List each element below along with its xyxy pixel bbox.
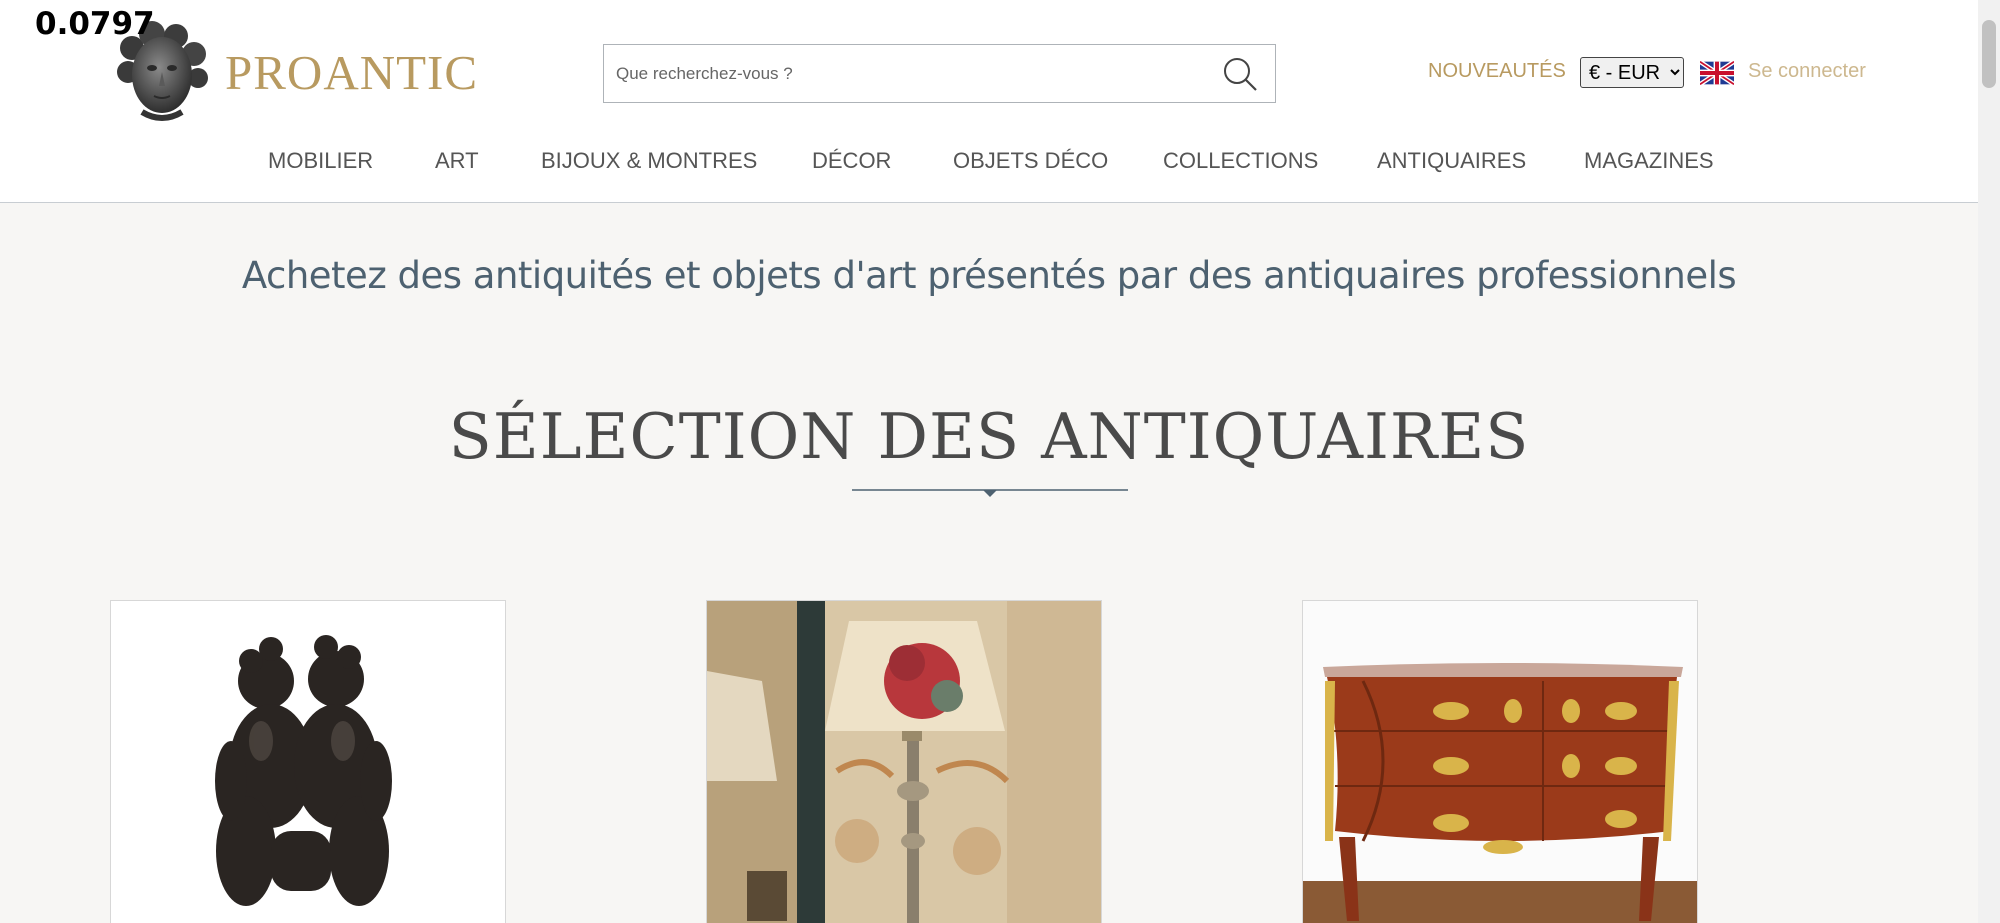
currency-select[interactable]: € - EUR xyxy=(1580,57,1684,88)
search-icon[interactable] xyxy=(1221,55,1259,93)
search-bar xyxy=(603,44,1276,103)
product-image[interactable] xyxy=(1303,601,1698,923)
scrollbar-thumb[interactable] xyxy=(1982,20,1996,88)
product-card[interactable] xyxy=(110,600,506,923)
nouveautes-link[interactable]: NOUVEAUTÉS xyxy=(1428,60,1566,83)
product-image[interactable] xyxy=(707,601,1102,923)
title-divider xyxy=(852,489,1128,497)
brand-logo-text[interactable]: PROANTIC xyxy=(225,44,478,101)
nav-item-bijoux-montres[interactable]: BIJOUX & MONTRES xyxy=(541,148,757,174)
nav-item-magazines[interactable]: MAGAZINES xyxy=(1584,148,1714,174)
main-navigation: MOBILIER ART BIJOUX & MONTRES DÉCOR OBJE… xyxy=(0,148,1978,182)
page-scrollbar[interactable] xyxy=(1978,0,2000,923)
nav-item-collections[interactable]: COLLECTIONS xyxy=(1163,148,1318,174)
product-card[interactable] xyxy=(706,600,1102,923)
nav-item-decor[interactable]: DÉCOR xyxy=(812,148,891,174)
product-card[interactable] xyxy=(1302,600,1698,923)
search-input[interactable] xyxy=(616,59,1206,89)
product-image[interactable] xyxy=(111,601,506,923)
page-tagline: Achetez des antiquités et objets d'art p… xyxy=(241,254,1737,297)
section-title: SÉLECTION DES ANTIQUAIRES xyxy=(448,400,1530,473)
nav-item-mobilier[interactable]: MOBILIER xyxy=(268,148,373,174)
nav-item-antiquaires[interactable]: ANTIQUAIRES xyxy=(1377,148,1526,174)
score-overlay: 0.0797 xyxy=(35,6,155,42)
login-link[interactable]: Se connecter xyxy=(1748,60,1866,83)
nav-item-objets-deco[interactable]: OBJETS DÉCO xyxy=(953,148,1108,174)
uk-flag-icon[interactable] xyxy=(1700,61,1734,85)
site-header: PROANTIC NOUVEAUTÉS € - EUR Se connecter… xyxy=(0,0,1978,203)
nav-item-art[interactable]: ART xyxy=(435,148,479,174)
